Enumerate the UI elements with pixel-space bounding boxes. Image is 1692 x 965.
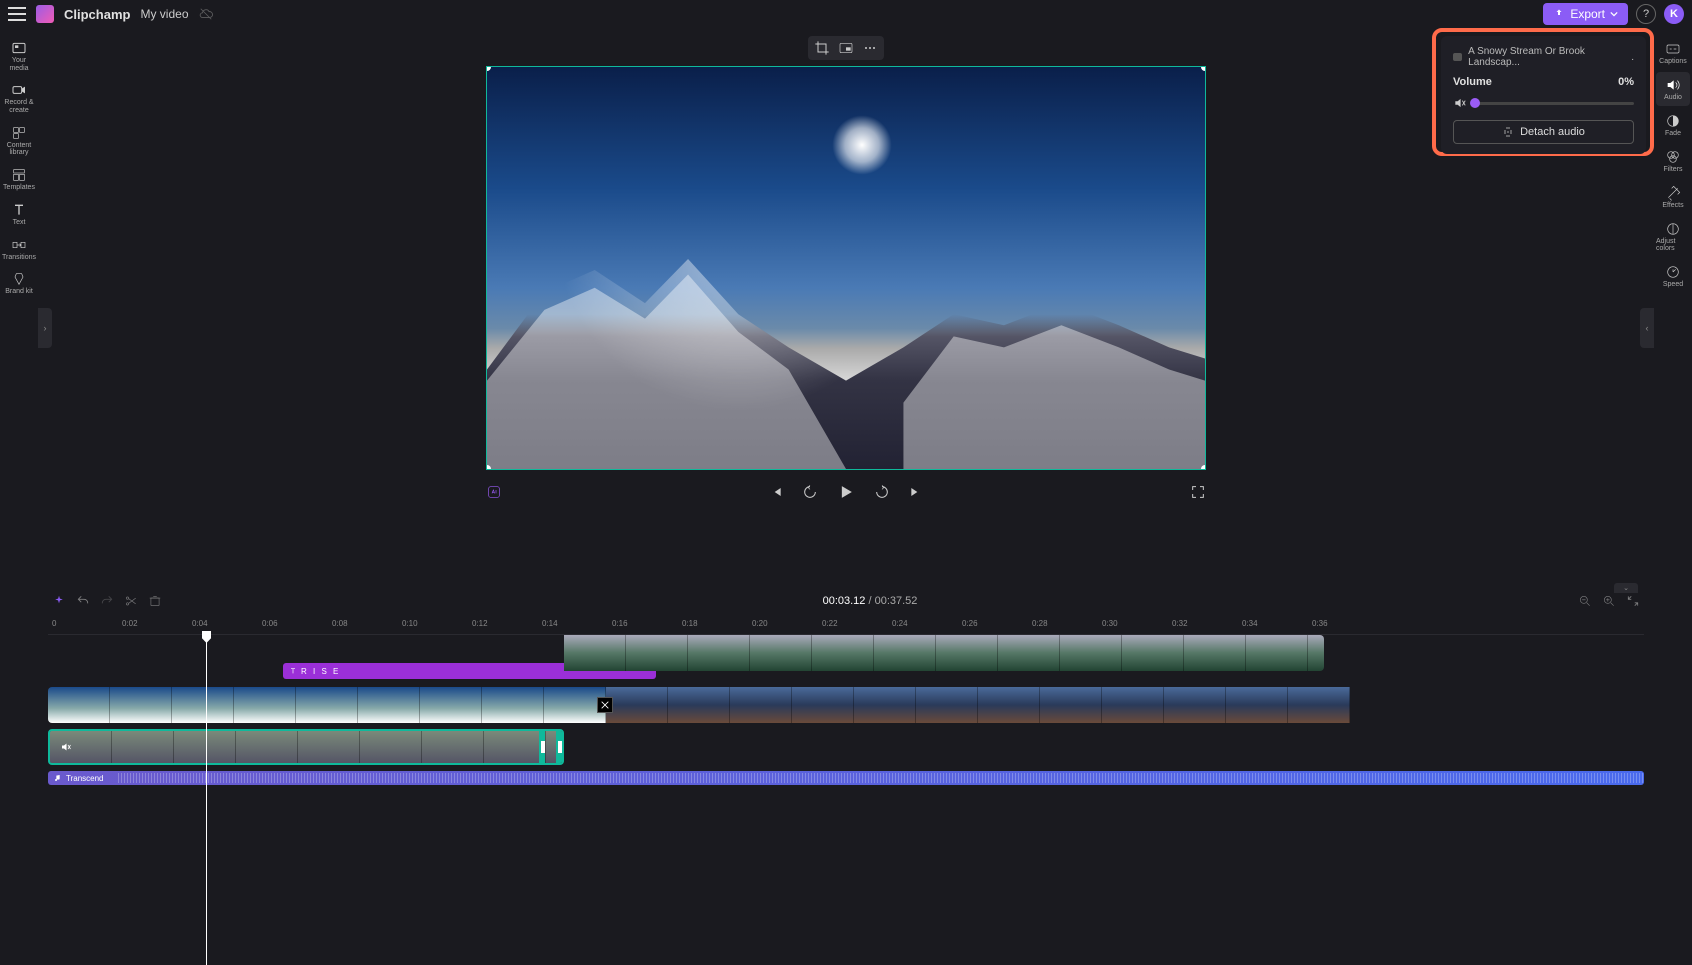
help-button[interactable]: ? [1636, 4, 1656, 24]
undo-icon[interactable] [76, 594, 90, 608]
timeline-ruler[interactable]: 00:020:040:060:080:100:120:140:160:180:2… [48, 615, 1644, 635]
top-bar: Clipchamp My video Export ? K [0, 0, 1692, 28]
timeline: ⌄ 00:03.12 / 00:37.52 00:02 [38, 587, 1654, 847]
templates-icon [11, 167, 27, 183]
volume-label: Volume [1453, 76, 1492, 88]
captions-icon [1665, 41, 1681, 57]
expand-left-button[interactable]: › [38, 308, 52, 348]
forward-icon[interactable] [874, 484, 890, 500]
split-icon[interactable] [124, 594, 138, 608]
adjust-icon [1665, 221, 1681, 237]
app-logo [36, 5, 54, 23]
slider-thumb[interactable] [1470, 98, 1480, 108]
right-effects[interactable]: Effects [1656, 180, 1690, 214]
clip-trim-right[interactable] [556, 731, 562, 763]
right-sidebar: Captions Audio Fade Filters Effects Adju… [1654, 28, 1692, 847]
sidebar-text[interactable]: Text [2, 198, 36, 231]
fullscreen-icon[interactable] [1190, 484, 1206, 500]
fit-icon[interactable] [1626, 594, 1640, 608]
export-button[interactable]: Export [1543, 3, 1628, 25]
clip-name: A Snowy Stream Or Brook Landscap... [1468, 46, 1625, 68]
app-name: Clipchamp [64, 7, 130, 22]
zoom-out-icon[interactable] [1578, 594, 1592, 608]
brand-icon [11, 271, 27, 287]
right-adjust[interactable]: Adjust colors [1656, 216, 1690, 257]
transition-badge[interactable] [597, 697, 613, 713]
project-name[interactable]: My video [140, 7, 188, 21]
transitions-icon [11, 237, 27, 253]
resize-handle[interactable] [486, 66, 491, 71]
sidebar-transitions[interactable]: Transitions [2, 233, 36, 266]
video-track-1[interactable] [48, 687, 1644, 723]
playback-controls [486, 470, 1206, 510]
next-icon[interactable] [908, 484, 924, 500]
upload-icon [1553, 8, 1565, 20]
right-filters[interactable]: Filters [1656, 144, 1690, 178]
sidebar-your-media[interactable]: Your media [2, 36, 36, 76]
detach-icon [1502, 126, 1514, 138]
text-icon [289, 667, 297, 675]
media-icon [11, 40, 27, 56]
ai-tool-icon[interactable] [486, 484, 502, 500]
audio-icon [1665, 77, 1681, 93]
timecode: 00:03.12 / 00:37.52 [823, 595, 918, 607]
preview-area: 16:9 › ‹ [38, 28, 1654, 587]
sparkle-icon[interactable] [52, 594, 66, 608]
right-speed[interactable]: Speed [1656, 259, 1690, 293]
right-captions[interactable]: Captions [1656, 36, 1690, 70]
audio-track[interactable]: Transcend [48, 771, 1644, 785]
right-fade[interactable]: Fade [1656, 108, 1690, 142]
resize-handle[interactable] [1201, 66, 1206, 71]
text-icon [11, 202, 27, 218]
video-preview[interactable] [486, 66, 1206, 470]
pip-icon[interactable] [838, 40, 854, 56]
volume-value: 0% [1618, 76, 1634, 88]
left-sidebar: Your media Record & create Content libra… [0, 28, 38, 847]
video-track-2[interactable] [48, 729, 564, 765]
delete-icon[interactable] [148, 594, 162, 608]
menu-button[interactable] [8, 7, 26, 21]
sidebar-record[interactable]: Record & create [2, 78, 36, 118]
chevron-down-icon [1610, 10, 1618, 18]
clip-thumb-icon [1453, 53, 1462, 61]
redo-icon[interactable] [100, 594, 114, 608]
playhead[interactable] [206, 635, 207, 965]
rewind-icon[interactable] [802, 484, 818, 500]
preview-toolbar [808, 36, 884, 60]
zoom-in-icon[interactable] [1602, 594, 1616, 608]
mute-icon[interactable] [60, 741, 72, 753]
effects-icon [1665, 185, 1681, 201]
camera-icon [11, 82, 27, 98]
sync-off-icon [199, 7, 213, 21]
user-avatar[interactable]: K [1664, 4, 1684, 24]
expand-right-button[interactable]: ‹ [1640, 308, 1654, 348]
detach-audio-button[interactable]: Detach audio [1453, 120, 1634, 144]
volume-slider[interactable] [1475, 102, 1634, 105]
audio-panel: A Snowy Stream Or Brook Landscap... . Vo… [1441, 36, 1646, 154]
prev-icon[interactable] [768, 484, 784, 500]
sidebar-brand[interactable]: Brand kit [2, 267, 36, 300]
music-icon [54, 774, 62, 782]
sidebar-templates[interactable]: Templates [2, 163, 36, 196]
collapse-timeline-button[interactable]: ⌄ [1614, 583, 1638, 593]
right-audio[interactable]: Audio [1656, 72, 1690, 106]
clip-trim-right[interactable] [539, 731, 545, 763]
mute-icon[interactable] [1453, 96, 1467, 110]
speed-icon [1665, 264, 1681, 280]
fade-icon [1665, 113, 1681, 129]
play-icon[interactable] [836, 482, 856, 502]
sidebar-content[interactable]: Content library [2, 121, 36, 161]
library-icon [11, 125, 27, 141]
more-icon[interactable] [862, 40, 878, 56]
filters-icon [1665, 149, 1681, 165]
crop-icon[interactable] [814, 40, 830, 56]
